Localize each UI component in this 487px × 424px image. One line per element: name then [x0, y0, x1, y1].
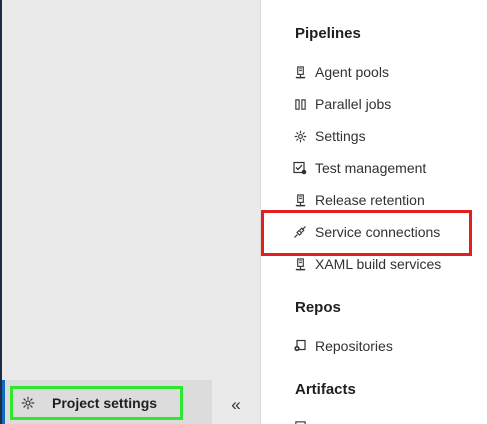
- project-settings-label: Project settings: [52, 395, 158, 411]
- parallel-jobs-icon: [292, 98, 308, 111]
- menu-item-label: XAML build services: [315, 256, 442, 272]
- menu-item-label: Settings: [315, 128, 366, 144]
- left-edge-bar: [0, 0, 2, 424]
- menu-item-settings[interactable]: Settings: [292, 124, 482, 148]
- menu-item-label: Test management: [315, 160, 427, 176]
- project-settings-button[interactable]: Project settings: [10, 386, 183, 420]
- menu-item-test-management[interactable]: Test management: [292, 156, 482, 180]
- menu-item-label: Parallel jobs: [315, 96, 392, 112]
- group-title-artifacts: Artifacts: [295, 381, 356, 398]
- repository-icon: [292, 339, 308, 353]
- double-chevron-left-icon: «: [231, 395, 241, 414]
- menu-item-xaml-build-services[interactable]: XAML build services: [292, 252, 482, 276]
- menu-item-service-connections[interactable]: Service connections: [292, 220, 482, 244]
- test-management-icon: [292, 161, 308, 175]
- menu-item-repositories[interactable]: Repositories: [292, 334, 482, 358]
- menu-item-agent-pools[interactable]: Agent pools: [292, 60, 482, 84]
- gear-icon: [292, 130, 308, 143]
- menu-item-label: Release retention: [315, 192, 425, 208]
- settings-menu: Pipelines Agent pools Parallel jobs Sett…: [262, 0, 487, 424]
- menu-item-release-retention[interactable]: Release retention: [292, 188, 482, 212]
- menu-item-parallel-jobs[interactable]: Parallel jobs: [292, 92, 482, 116]
- plug-icon: [292, 225, 308, 239]
- menu-item-label: Agent pools: [315, 64, 389, 80]
- group-title-pipelines: Pipelines: [295, 25, 361, 42]
- agent-pool-icon: [292, 65, 308, 79]
- storage-icon: [292, 420, 308, 424]
- menu-item-storage-partial[interactable]: [292, 414, 482, 424]
- group-title-repos: Repos: [295, 299, 341, 316]
- release-retention-icon: [292, 193, 308, 207]
- left-navigation-pane: Project settings «: [0, 0, 261, 424]
- menu-item-label: Service connections: [315, 224, 441, 240]
- collapse-navigation-button[interactable]: «: [222, 392, 250, 418]
- build-services-icon: [292, 257, 308, 271]
- menu-item-label: Repositories: [315, 338, 393, 354]
- gear-icon: [20, 395, 36, 411]
